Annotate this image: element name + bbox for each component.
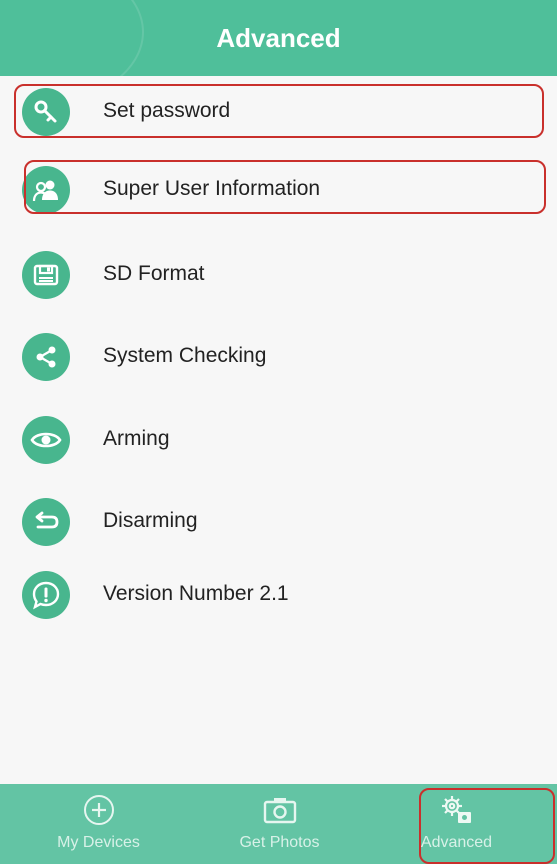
eye-icon (22, 416, 70, 464)
camera-icon (187, 790, 372, 830)
menu-item-label: Disarming (103, 509, 198, 532)
key-icon (22, 88, 70, 136)
tab-label: My Devices (57, 834, 140, 851)
menu-item-label: System Checking (103, 344, 267, 367)
menu-item-sd-format[interactable]: SD Format (0, 239, 557, 309)
gears-icon (364, 790, 549, 830)
menu-item-label: Super User Information (103, 177, 321, 200)
menu-item-label: Version Number 2.1 (103, 582, 289, 605)
menu-item-arming[interactable]: Arming (0, 404, 557, 474)
menu-item-super-user-information[interactable]: Super User Information (0, 154, 557, 224)
menu-item-version-number[interactable]: Version Number 2.1 (0, 559, 557, 629)
share-icon (22, 333, 70, 381)
page-title: Advanced (216, 23, 341, 53)
tab-my-devices[interactable]: My Devices (6, 784, 191, 864)
app-screen: Advanced Set password Super User Informa… (0, 0, 557, 864)
tab-get-photos[interactable]: Get Photos (187, 784, 372, 864)
tab-advanced[interactable]: Advanced (364, 784, 549, 864)
menu-item-disarming[interactable]: Disarming (0, 486, 557, 556)
menu-item-system-checking[interactable]: System Checking (0, 321, 557, 391)
undo-icon (22, 498, 70, 546)
users-icon (22, 166, 70, 214)
sd-card-icon (22, 251, 70, 299)
header-bar: Advanced (0, 0, 557, 76)
menu-item-set-password[interactable]: Set password (0, 76, 557, 146)
tab-label: Advanced (420, 834, 493, 851)
menu-item-label: SD Format (103, 262, 205, 285)
menu-item-label: Arming (103, 427, 170, 450)
bottom-tab-bar: My Devices Get Photos Advanced (0, 784, 557, 864)
info-bubble-icon (22, 571, 70, 619)
menu-item-label: Set password (103, 99, 231, 122)
plus-circle-icon (6, 790, 191, 830)
tab-label: Get Photos (239, 834, 320, 851)
